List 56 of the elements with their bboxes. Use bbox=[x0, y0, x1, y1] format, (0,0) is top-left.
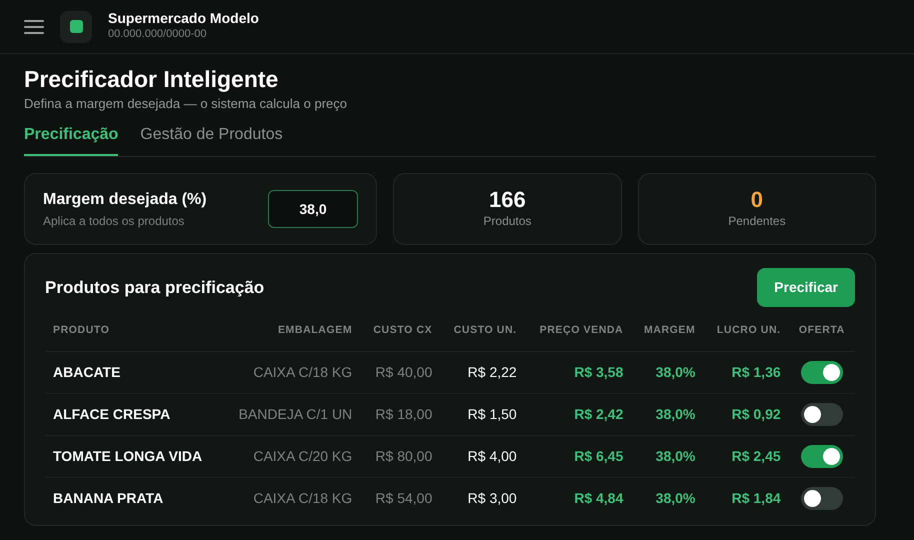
column-header: PRODUTO bbox=[45, 315, 222, 352]
table-cell: R$ 40,00 bbox=[360, 351, 440, 394]
store-name: Supermercado Modelo bbox=[108, 10, 259, 26]
table-cell: 38,0% bbox=[631, 393, 704, 436]
menu-icon[interactable] bbox=[24, 18, 44, 34]
margin-input[interactable]: 38,0 bbox=[268, 190, 358, 228]
column-header: PREÇO VENDA bbox=[524, 315, 632, 352]
offer-toggle[interactable] bbox=[800, 444, 843, 468]
margin-hint: Aplica a todos os produtos bbox=[43, 213, 186, 230]
tab[interactable]: Gestão de Produtos bbox=[140, 123, 283, 156]
table-cell: R$ 54,00 bbox=[360, 477, 440, 520]
column-header: LUCRO UN. bbox=[703, 315, 789, 352]
table-cell: 38,0% bbox=[631, 477, 704, 520]
table-cell: BANANA PRATA bbox=[45, 477, 222, 520]
column-header: MARGEM bbox=[631, 315, 704, 352]
table-cell: R$ 4,84 bbox=[524, 477, 632, 520]
table-cell: ABACATE bbox=[45, 351, 222, 394]
offer-toggle[interactable] bbox=[800, 360, 843, 384]
table-cell: R$ 2,22 bbox=[440, 351, 525, 394]
table-cell: R$ 1,36 bbox=[703, 351, 789, 394]
offer-toggle[interactable] bbox=[800, 487, 843, 510]
table-cell: R$ 80,00 bbox=[360, 435, 440, 478]
column-header: EMBALAGEM bbox=[222, 315, 360, 352]
stat-value: 0 bbox=[750, 188, 764, 212]
table-cell: CAIXA C/20 KG bbox=[222, 435, 360, 478]
table-cell: R$ 3,58 bbox=[524, 351, 632, 394]
table-cell: R$ 2,42 bbox=[524, 393, 632, 436]
table-cell: R$ 18,00 bbox=[360, 393, 440, 436]
store-id: 00.000.000/0000-00 bbox=[108, 26, 208, 42]
page-title: Precificador Inteligente bbox=[24, 66, 280, 94]
offer-toggle[interactable] bbox=[800, 402, 843, 426]
table-cell: R$ 1,50 bbox=[440, 393, 525, 436]
column-header: OFERTA bbox=[788, 315, 855, 352]
table-cell: R$ 4,00 bbox=[440, 435, 525, 478]
column-header: CUSTO UN. bbox=[440, 315, 525, 352]
table-cell: R$ 3,00 bbox=[440, 477, 525, 520]
stat-label: Pendentes bbox=[728, 213, 786, 230]
tab[interactable]: Precificação bbox=[24, 123, 118, 156]
table-cell: 38,0% bbox=[631, 435, 704, 478]
stat-value: 166 bbox=[489, 188, 526, 212]
table-cell: R$ 6,45 bbox=[524, 435, 632, 478]
panel-title: Produtos para precificação bbox=[45, 276, 264, 299]
margin-label: Margem desejada (%) bbox=[43, 190, 207, 210]
stat-label: Produtos bbox=[483, 213, 532, 230]
logo-icon bbox=[60, 10, 92, 42]
table-cell: CAIXA C/18 KG bbox=[222, 351, 360, 394]
table-cell: R$ 0,92 bbox=[703, 393, 789, 436]
table-cell: 38,0% bbox=[631, 351, 704, 394]
table-cell: CAIXA C/18 KG bbox=[222, 477, 360, 520]
table-cell: R$ 1,84 bbox=[703, 477, 789, 520]
table-cell: BANDEJA C/1 UN bbox=[222, 393, 360, 436]
table-cell: TOMATE LONGA VIDA bbox=[45, 435, 222, 478]
page-subtitle: Defina a margem desejada — o sistema calcula o preço bbox=[24, 94, 348, 113]
table-cell: R$ 2,45 bbox=[703, 435, 789, 478]
column-header: CUSTO CX bbox=[360, 315, 440, 352]
table-cell: ALFACE CRESPA bbox=[45, 393, 222, 436]
